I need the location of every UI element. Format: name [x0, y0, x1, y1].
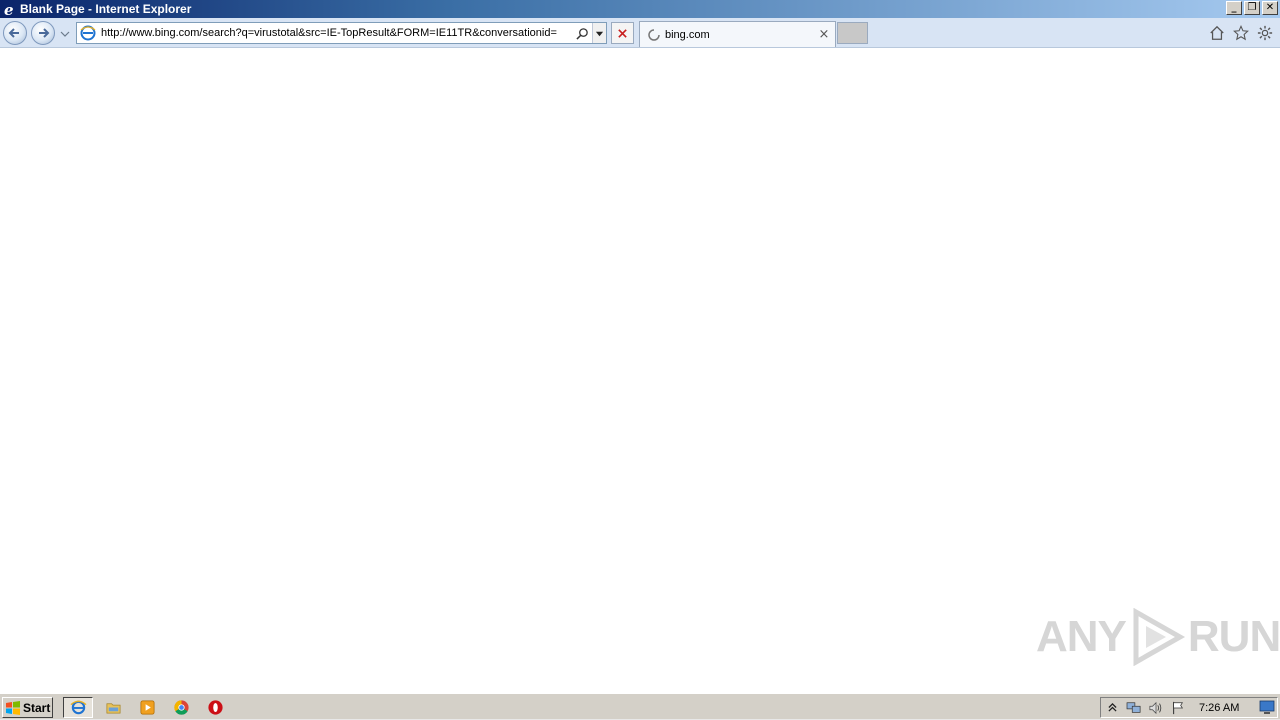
window-controls: _ ❐ ✕	[1226, 1, 1278, 15]
back-button[interactable]	[3, 21, 27, 45]
page-ie-icon	[79, 24, 97, 42]
stop-button[interactable]	[611, 22, 634, 44]
tools-gear-icon[interactable]	[1256, 24, 1274, 42]
media-player-icon	[140, 700, 154, 715]
watermark-text-right: RUN	[1187, 612, 1280, 661]
volume-icon[interactable]	[1145, 699, 1167, 717]
opera-icon	[207, 700, 223, 715]
close-button[interactable]: ✕	[1262, 1, 1278, 15]
restore-button[interactable]: ❐	[1244, 1, 1260, 15]
minimize-button[interactable]: _	[1226, 1, 1242, 15]
stop-x-icon	[618, 28, 627, 38]
navigation-toolbar: http://www.bing.com/search?q=virustotal&…	[0, 18, 1280, 48]
favorites-star-icon[interactable]	[1232, 24, 1250, 42]
svg-text:e: e	[3, 2, 13, 17]
network-icon[interactable]	[1123, 699, 1145, 717]
anyrun-watermark: ANY RUN	[1036, 608, 1280, 666]
back-arrow-icon	[8, 28, 19, 38]
taskbar-ie-button[interactable]	[63, 697, 93, 718]
url-text[interactable]: http://www.bing.com/search?q=virustotal&…	[101, 27, 574, 39]
start-button[interactable]: Start	[2, 697, 53, 718]
new-tab-button[interactable]	[837, 22, 868, 44]
forward-button[interactable]	[31, 21, 55, 45]
start-label: Start	[23, 700, 51, 715]
ie-logo-icon: e	[2, 1, 18, 17]
action-center-flag-icon[interactable]	[1167, 699, 1189, 717]
forward-arrow-icon	[39, 28, 50, 38]
play-triangle-icon	[1133, 608, 1185, 666]
home-icon[interactable]	[1208, 24, 1226, 42]
title-bar: e Blank Page - Internet Explorer _ ❐ ✕	[0, 0, 1280, 18]
address-dropdown-button[interactable]	[592, 23, 606, 43]
tab-close-icon[interactable]: ×	[817, 28, 831, 42]
system-tray: 7:26 AM	[1100, 697, 1278, 718]
page-content	[0, 49, 1280, 693]
chrome-icon	[173, 700, 189, 715]
loading-spinner-icon	[648, 28, 660, 41]
taskbar-chrome-button[interactable]	[166, 697, 196, 718]
tab-bing[interactable]: bing.com ×	[639, 21, 836, 47]
address-bar[interactable]: http://www.bing.com/search?q=virustotal&…	[76, 22, 607, 44]
show-desktop-icon[interactable]	[1259, 700, 1275, 715]
taskbar-clock[interactable]: 7:26 AM	[1199, 702, 1239, 714]
taskbar: Start 7:26 AM	[0, 693, 1280, 720]
taskbar-media-player-button[interactable]	[132, 697, 162, 718]
search-icon[interactable]	[574, 25, 590, 41]
tab-label: bing.com	[665, 28, 710, 41]
taskbar-opera-button[interactable]	[200, 697, 230, 718]
windows-logo-icon	[6, 700, 20, 715]
history-dropdown-icon[interactable]	[60, 29, 70, 39]
toolbar-right-icons	[1208, 24, 1274, 42]
watermark-text-left: ANY	[1036, 612, 1127, 661]
chevron-down-icon	[595, 31, 604, 36]
taskbar-explorer-button[interactable]	[98, 697, 128, 718]
show-hidden-icons-chevron-icon[interactable]	[1101, 699, 1123, 717]
folder-icon	[106, 703, 120, 714]
window-title: Blank Page - Internet Explorer	[20, 2, 192, 16]
internet-explorer-icon	[70, 700, 86, 715]
